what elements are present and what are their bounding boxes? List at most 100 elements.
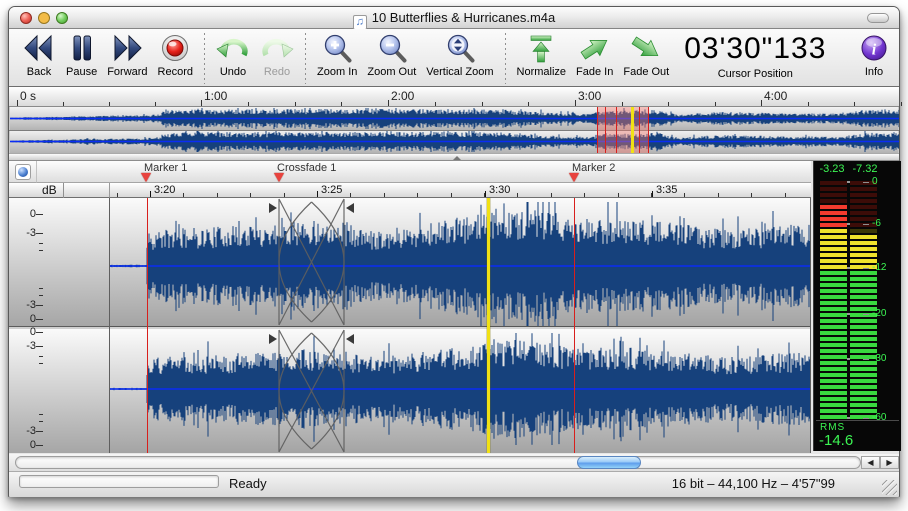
ruler-minor-tick xyxy=(551,193,552,197)
meter-segment xyxy=(820,349,847,353)
meter-segment xyxy=(820,277,847,281)
db-scale: 0-3-300-3-30 xyxy=(9,198,109,453)
db-scale-tick xyxy=(36,431,43,432)
meter-segment xyxy=(850,343,877,347)
meter-segment xyxy=(820,289,847,293)
back-icon xyxy=(22,33,56,64)
undo-button[interactable]: Undo xyxy=(211,32,255,79)
horizontal-scrollbar[interactable]: ◀ ▶ xyxy=(9,454,899,471)
record-button[interactable]: Record xyxy=(153,32,198,79)
meter-segment xyxy=(850,367,877,371)
db-scale-minor-tick xyxy=(39,363,43,364)
ruler-minor-tick xyxy=(808,102,809,106)
titlebar[interactable]: ♫10 Butterflies & Hurricanes.m4a xyxy=(9,7,899,29)
meter-segment xyxy=(850,397,877,401)
meter-segment xyxy=(820,253,847,257)
meter-scale-tick xyxy=(847,181,850,183)
overview-selection-edge xyxy=(648,107,649,153)
track-speaker-icon[interactable] xyxy=(15,164,31,180)
scrollbar-thumb[interactable] xyxy=(577,456,641,469)
overview-waveform[interactable] xyxy=(9,107,899,153)
ruler-minor-tick xyxy=(109,102,110,106)
ruler-minor-tick xyxy=(854,102,855,106)
resize-grip[interactable] xyxy=(882,480,897,495)
progress-bar xyxy=(19,475,219,488)
ruler-tick xyxy=(652,191,653,197)
redo-button[interactable]: Redo xyxy=(255,32,299,79)
ruler-tick-label: 3:20 xyxy=(154,184,175,196)
overview-time-ruler[interactable]: 0 s1:002:003:004:00 xyxy=(9,87,899,107)
db-scale-number: -3 xyxy=(12,227,36,239)
meter-segment xyxy=(820,355,847,359)
ruler-tick-label: 0 s xyxy=(20,89,36,103)
markers-strip[interactable]: Marker 1Crossfade 1Marker 2 xyxy=(37,161,811,183)
meter-segment xyxy=(850,241,877,245)
meter-segment xyxy=(820,259,847,263)
ruler-tick-label: 2:00 xyxy=(391,89,414,103)
fade-out-button[interactable]: Fade Out xyxy=(618,32,674,79)
meter-segment xyxy=(850,211,877,215)
normalize-button[interactable]: Normalize xyxy=(512,32,572,79)
meter-scale-label: -20 xyxy=(872,308,901,319)
ruler-minor-tick xyxy=(618,193,619,197)
scroll-right-button[interactable]: ▶ xyxy=(880,456,899,469)
overview-selection-edge xyxy=(597,107,598,153)
toolbar-toggle-button[interactable] xyxy=(867,13,889,23)
back-button[interactable]: Back xyxy=(17,32,61,79)
playback-cursor-line[interactable] xyxy=(487,198,490,453)
db-scale-tick xyxy=(36,233,43,234)
meter-segment xyxy=(820,337,847,341)
meter-segment xyxy=(850,199,877,203)
marker-line[interactable] xyxy=(147,198,148,453)
waveform-editor[interactable] xyxy=(109,198,811,453)
forward-button[interactable]: Forward xyxy=(102,32,152,79)
meter-segment xyxy=(850,385,877,389)
db-unit-label: dB xyxy=(9,183,109,198)
meter-scale-tick xyxy=(863,418,869,419)
time-ruler[interactable]: 3:203:253:303:35 xyxy=(109,183,811,198)
marker-triangle-icon[interactable] xyxy=(569,173,579,182)
zoom-out-button[interactable]: Zoom Out xyxy=(362,32,421,79)
meter-scale-label: -12 xyxy=(872,262,901,273)
level-meter-panel: -3.23 -7.32 RMS -14.6 0-6-12-20-30-60 xyxy=(813,161,901,451)
meter-segment xyxy=(820,409,847,413)
ruler-tick-label: 3:25 xyxy=(321,184,342,196)
scroll-left-button[interactable]: ◀ xyxy=(861,456,880,469)
pause-button[interactable]: Pause xyxy=(61,32,102,79)
meter-segment xyxy=(820,313,847,317)
speaker-glyph xyxy=(18,167,28,177)
marker-label: Crossfade 1 xyxy=(277,162,336,174)
splitter-bar[interactable] xyxy=(9,153,899,161)
meter-segment xyxy=(820,265,847,269)
ruler-tick xyxy=(575,100,576,106)
meter-segment xyxy=(820,193,847,197)
window-title: 10 Butterflies & Hurricanes.m4a xyxy=(372,10,556,25)
meter-segment xyxy=(850,229,877,233)
meter-scale-tick xyxy=(863,314,869,315)
ruler-minor-tick xyxy=(528,102,529,106)
ruler-minor-tick xyxy=(482,102,483,106)
zoom-in-button[interactable]: Zoom In xyxy=(312,32,362,79)
marker-triangle-icon[interactable] xyxy=(274,173,284,182)
meter-segment xyxy=(820,199,847,203)
ruler-minor-tick xyxy=(341,102,342,106)
ruler-minor-tick xyxy=(284,193,285,197)
overview-marker-line xyxy=(605,107,606,153)
format-info: 16 bit – 44,100 Hz – 4'57"99 xyxy=(672,476,835,491)
meter-segment xyxy=(850,235,877,239)
meter-segment xyxy=(820,415,847,419)
ruler-tick-label: 3:00 xyxy=(578,89,601,103)
marker-line[interactable] xyxy=(574,198,575,453)
info-button[interactable]: i Info xyxy=(853,32,895,79)
meter-segment xyxy=(820,391,847,395)
scrollbar-track[interactable] xyxy=(15,456,861,469)
meter-segment xyxy=(850,193,877,197)
db-scale-tick xyxy=(36,346,43,347)
fade-in-button[interactable]: Fade In xyxy=(571,32,618,79)
meter-scale-tick xyxy=(863,182,869,183)
ruler-minor-tick xyxy=(668,102,669,106)
overview-cursor-line xyxy=(631,107,634,153)
ruler-tick xyxy=(317,191,318,197)
marker-triangle-icon[interactable] xyxy=(141,173,151,182)
vertical-zoom-button[interactable]: Vertical Zoom xyxy=(421,32,498,79)
